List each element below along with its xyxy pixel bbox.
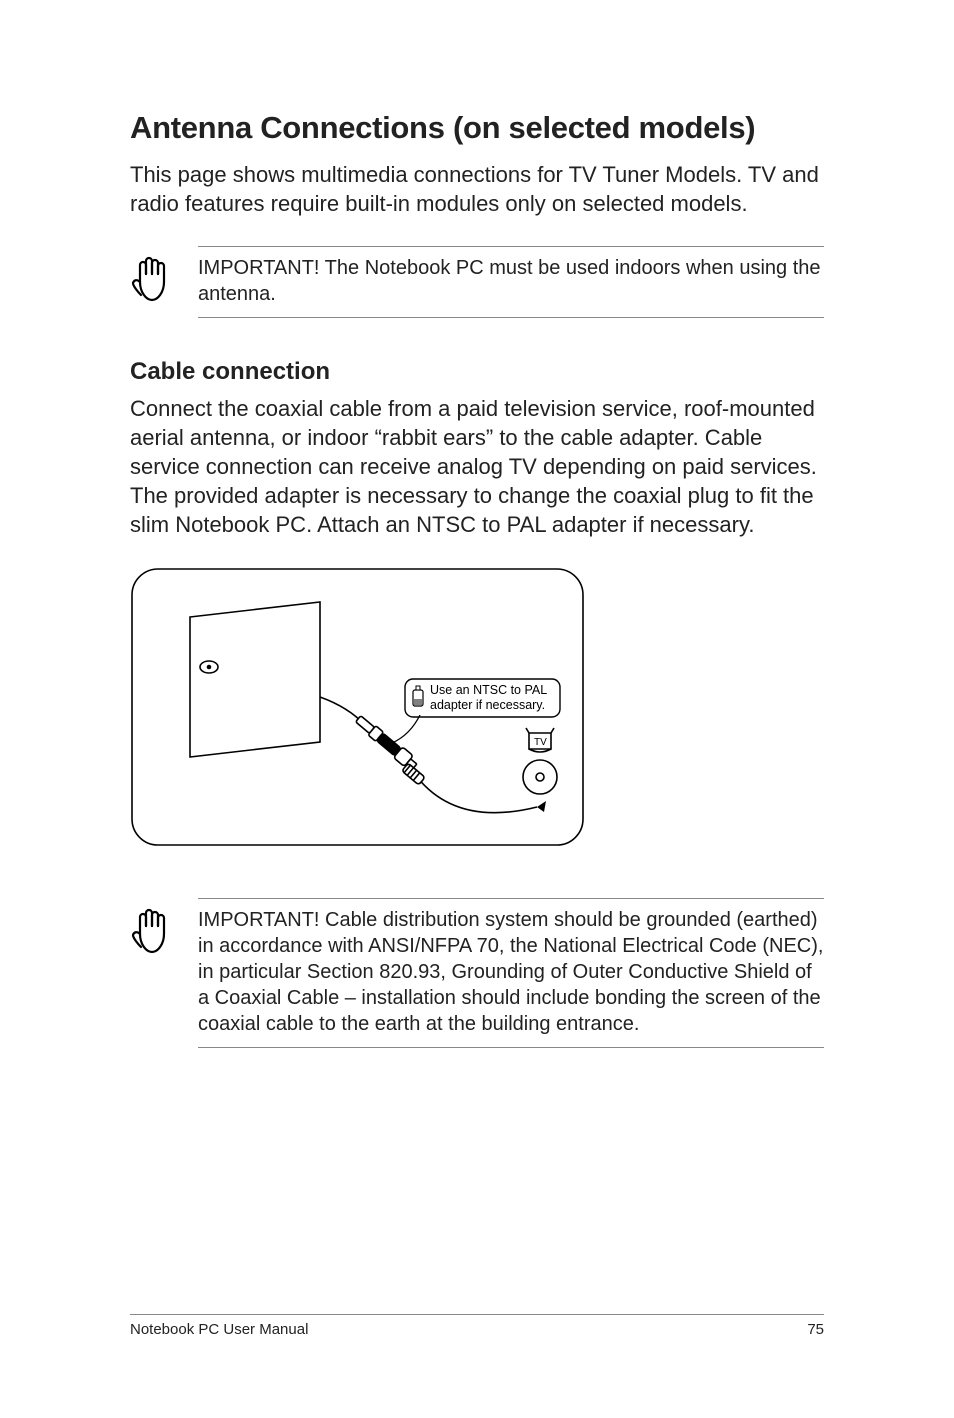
intro-paragraph: This page shows multimedia connections f…: [130, 160, 824, 218]
connection-diagram: Use an NTSC to PAL adapter if necessary.…: [130, 567, 585, 852]
hand-icon: [130, 904, 176, 961]
footer-manual-title: Notebook PC User Manual: [130, 1321, 308, 1338]
note-1-container: IMPORTANT! The Notebook PC must be used …: [198, 246, 824, 318]
note-2-text: IMPORTANT! Cable distribution system sho…: [198, 907, 824, 1037]
callout-line-2: adapter if necessary.: [430, 698, 545, 712]
callout-line-1: Use an NTSC to PAL: [430, 683, 547, 697]
antenna-panel-icon: [190, 602, 320, 757]
footer-page-number: 75: [807, 1321, 824, 1338]
page-title: Antenna Connections (on selected models): [130, 110, 824, 146]
tv-port-icon: TV: [523, 728, 557, 794]
cable-connection-paragraph: Connect the coaxial cable from a paid te…: [130, 394, 824, 539]
note-2-container: IMPORTANT! Cable distribution system sho…: [198, 898, 824, 1048]
hand-icon: [130, 252, 176, 309]
cable-connection-heading: Cable connection: [130, 358, 824, 386]
note-1-text: IMPORTANT! The Notebook PC must be used …: [198, 255, 824, 307]
important-note-2: IMPORTANT! Cable distribution system sho…: [130, 898, 824, 1048]
important-note-1: IMPORTANT! The Notebook PC must be used …: [130, 246, 824, 318]
page-footer: Notebook PC User Manual 75: [130, 1314, 824, 1338]
tv-port-label: TV: [534, 737, 547, 748]
